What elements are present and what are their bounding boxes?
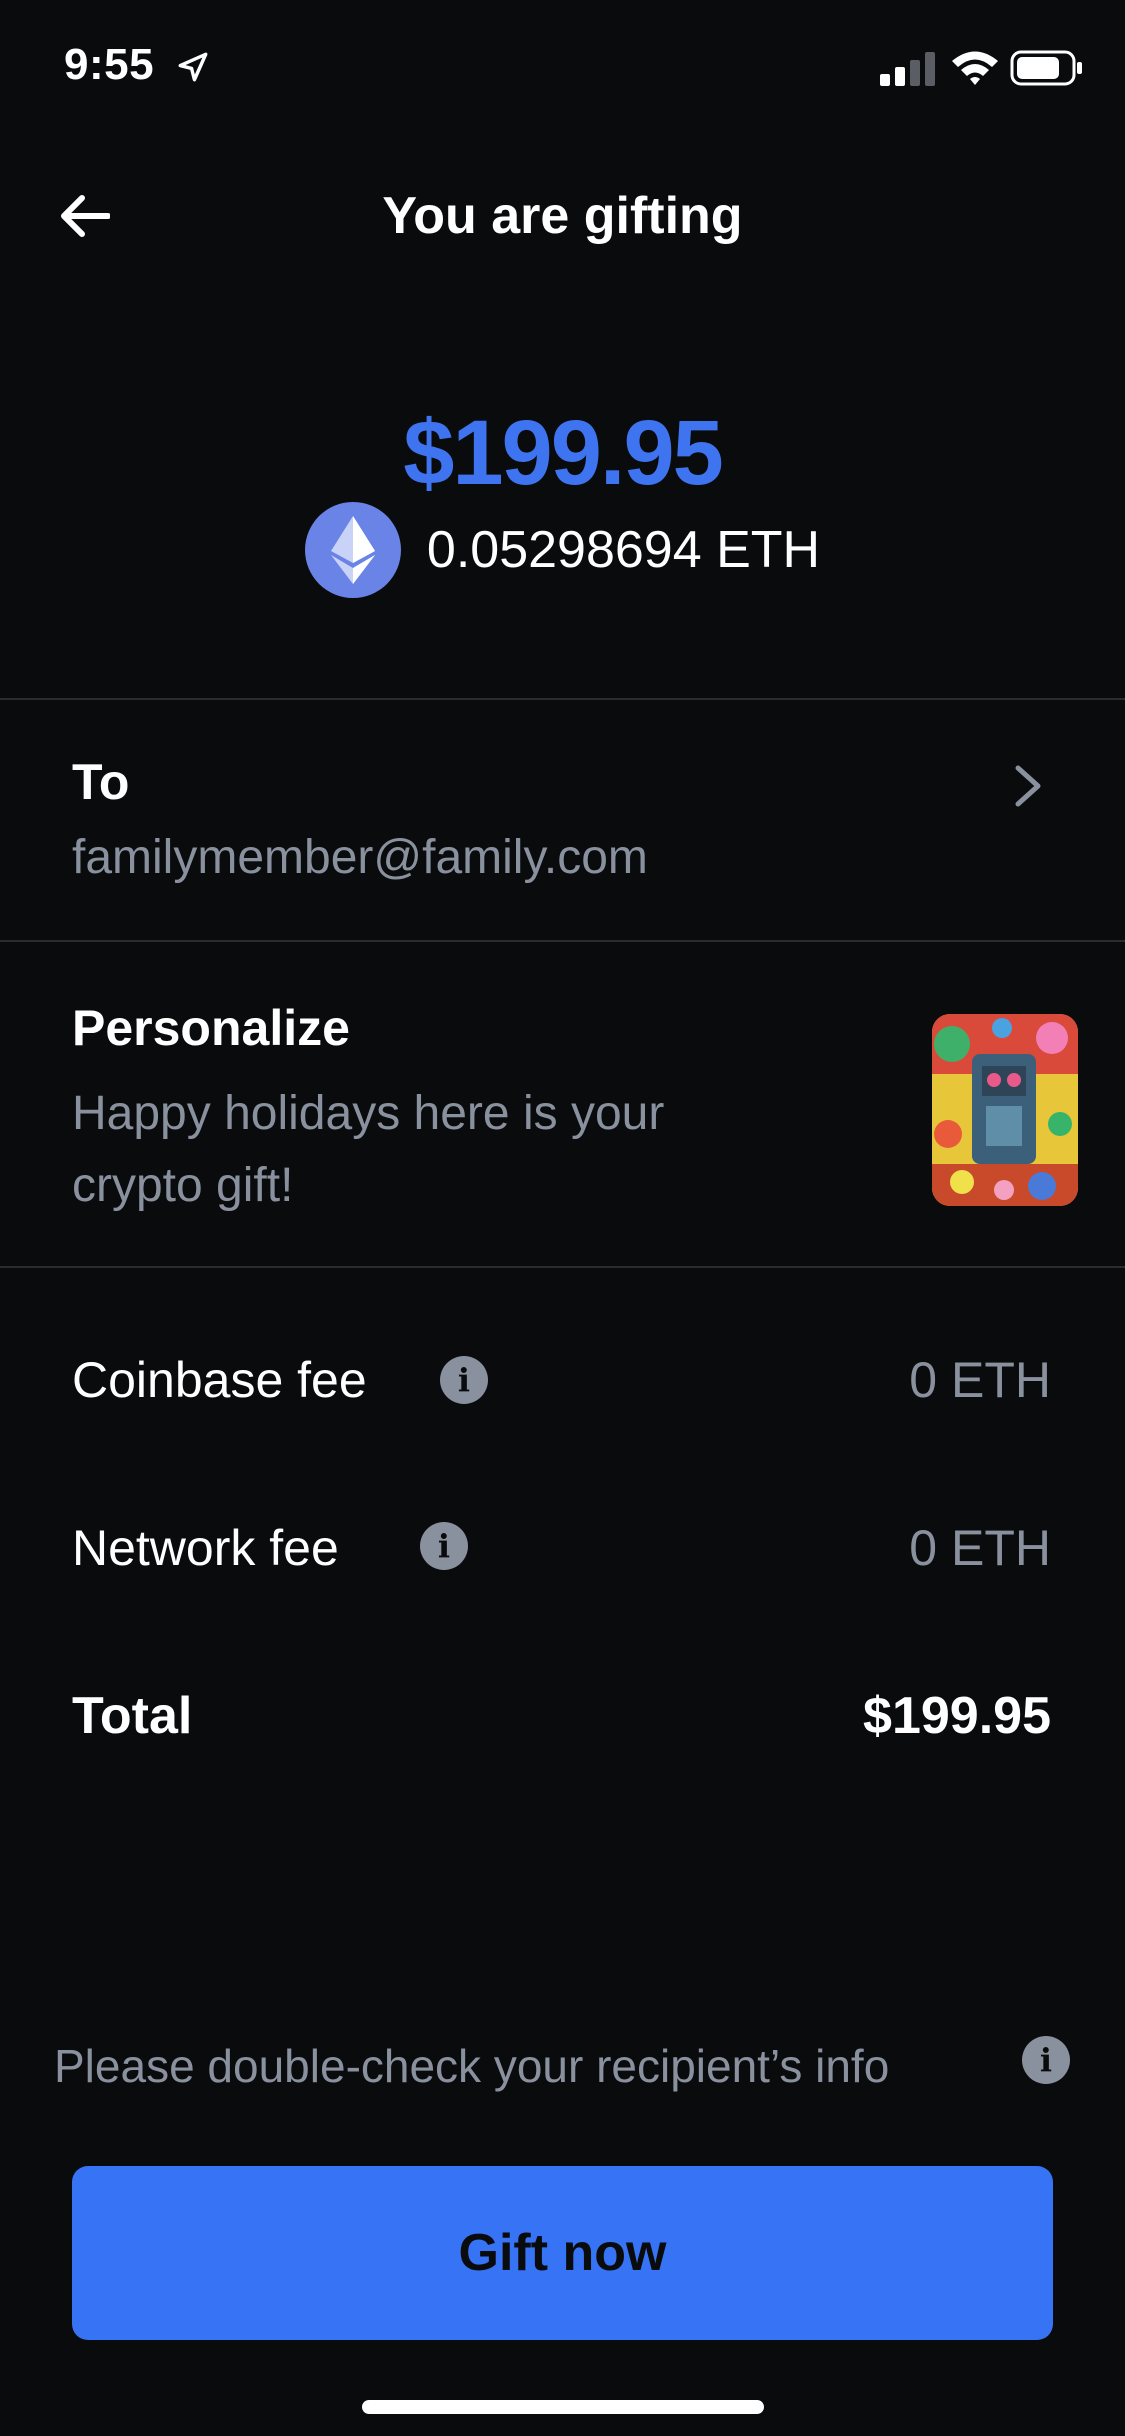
- gift-card-image[interactable]: [932, 1014, 1078, 1206]
- coinbase-fee-label: Coinbase fee: [72, 1352, 367, 1408]
- gift-now-label: Gift now: [458, 2224, 667, 2282]
- info-icon[interactable]: i: [440, 1356, 488, 1404]
- coinbase-fee-value: 0 ETH: [909, 1352, 1051, 1408]
- divider: [0, 1266, 1125, 1268]
- home-indicator: [362, 2400, 764, 2414]
- info-icon[interactable]: i: [420, 1522, 468, 1570]
- recipient-row[interactable]: To familymember@family.com: [0, 700, 1125, 940]
- fiat-amount: $199.95: [403, 402, 724, 504]
- status-time: 9:55: [64, 40, 155, 89]
- personalize-message-line2: crypto gift!: [72, 1159, 294, 1212]
- total-label: Total: [72, 1687, 193, 1745]
- gift-now-button[interactable]: Gift now: [72, 2166, 1053, 2340]
- recipient-label: To: [72, 754, 130, 810]
- chevron-right-icon: [1015, 765, 1041, 807]
- network-fee-label: Network fee: [72, 1520, 339, 1576]
- personalize-message-line1: Happy holidays here is your: [72, 1087, 665, 1140]
- crypto-amount-row: 0.05298694 ETH: [0, 502, 1125, 598]
- gift-confirmation-screen: 9:55 You are gifting $199.95 0.05298694 …: [0, 0, 1125, 2436]
- total-value: $199.95: [863, 1687, 1051, 1745]
- info-icon[interactable]: i: [1022, 2036, 1070, 2084]
- location-arrow-icon: [178, 52, 208, 82]
- ethereum-icon: [304, 502, 401, 598]
- recipient-notice: Please double-check your recipient’s inf…: [54, 2040, 890, 2092]
- personalize-label: Personalize: [72, 1000, 350, 1056]
- wifi-icon: [952, 51, 998, 85]
- status-bar: 9:55: [0, 0, 1125, 140]
- battery-icon: [1010, 50, 1082, 86]
- recipient-email: familymember@family.com: [72, 831, 648, 884]
- cellular-signal-icon: [880, 52, 935, 86]
- crypto-amount: 0.05298694 ETH: [426, 521, 821, 579]
- page-title: You are gifting: [382, 187, 743, 245]
- network-fee-value: 0 ETH: [909, 1520, 1051, 1576]
